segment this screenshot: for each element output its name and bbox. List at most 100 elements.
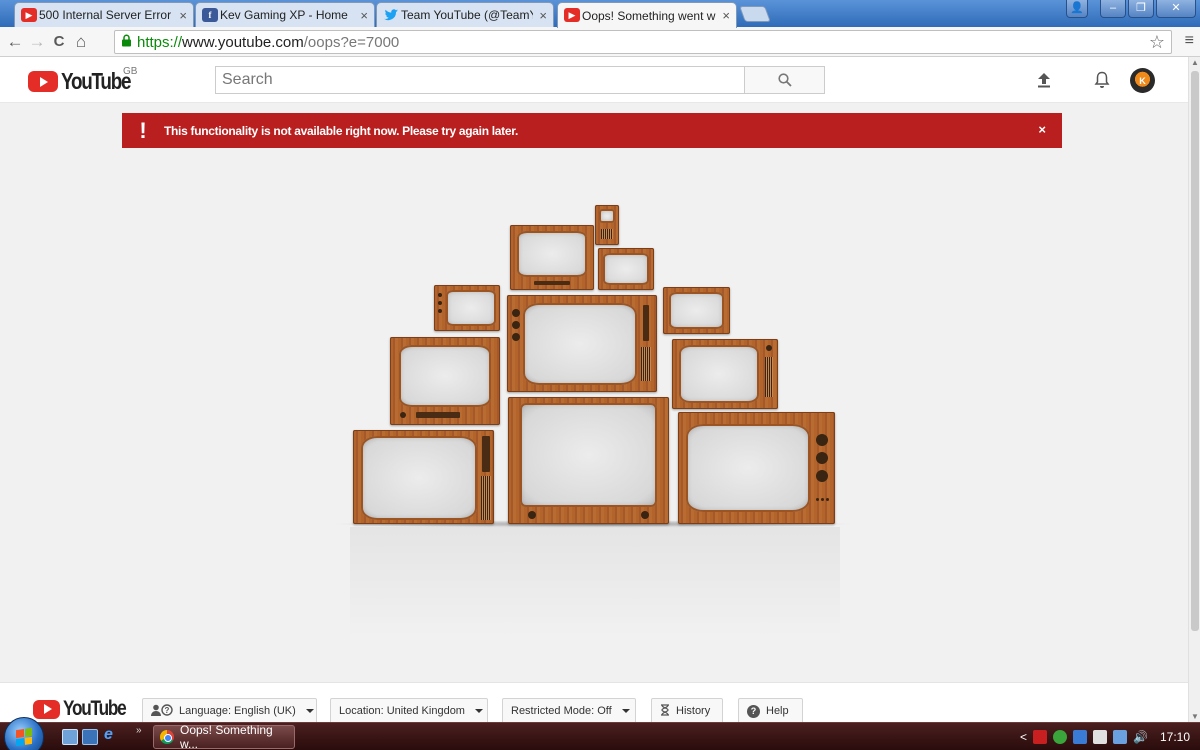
windows-logo-icon [16,727,32,747]
error-alert-banner: ! This functionality is not available ri… [122,113,1062,148]
tv-illustration [390,337,500,425]
youtube-masthead: YouTube GB K [0,57,1188,103]
address-bar[interactable]: https://www.youtube.com/oops?e=7000 ☆ [114,30,1172,54]
chrome-menu-icon[interactable]: ≡ [1185,32,1194,50]
tray-app-icon[interactable] [1073,730,1088,744]
tab-facebook[interactable]: f Kev Gaming XP - Home × [195,2,375,27]
lock-icon [121,34,132,50]
search-icon [777,73,792,87]
chevron-down-icon [621,709,630,713]
youtube-play-icon [33,699,60,719]
tv-illustration [508,397,669,524]
volume-icon[interactable]: 🔊 [1133,730,1148,744]
reload-button[interactable]: C [48,30,70,54]
close-window-button[interactable]: ✕ [1156,0,1196,18]
search-button[interactable] [744,66,825,94]
system-tray: < 🔊 17:10 [1020,723,1200,750]
language-dropdown[interactable]: ? Language: English (UK) [142,698,317,724]
browser-toolbar: ← → C ⌂ https://www.youtube.com/oops?e=7… [0,27,1200,57]
scrollbar-thumb[interactable] [1191,71,1199,631]
taskbar-window-title: Oops! Something w... [180,723,273,750]
tab-close-icon[interactable]: × [179,8,187,23]
notifications-bell-icon[interactable] [1092,69,1112,91]
taskbar-chrome-window[interactable]: Oops! Something w... [153,723,295,750]
hourglass-icon [660,703,670,719]
language-icon: ? [151,703,173,719]
restricted-mode-label: Restricted Mode: Off [511,705,612,717]
language-label: Language: English (UK) [179,705,296,717]
tab-500-error[interactable]: ▶ 500 Internal Server Error × [14,2,194,27]
ati-icon[interactable] [1033,730,1048,744]
tab-label: 500 Internal Server Error [39,8,172,22]
restore-button[interactable]: ❐ [1128,0,1154,18]
network-icon[interactable] [1113,730,1128,744]
tab-close-icon[interactable]: × [539,8,547,23]
bookmark-star-icon[interactable]: ☆ [1149,32,1165,53]
youtube-favicon-icon: ▶ [21,8,37,22]
tab-close-icon[interactable]: × [360,8,368,23]
svg-text:?: ? [165,706,170,715]
alert-exclamation-icon: ! [139,117,147,143]
tv-illustration [598,248,654,290]
footer-youtube-logo[interactable]: YouTube [33,697,139,721]
location-dropdown[interactable]: Location: United Kingdom [330,698,488,724]
clock[interactable]: 17:10 [1160,730,1190,744]
start-button[interactable] [4,717,44,750]
tray-expand-icon[interactable]: < [1020,730,1027,744]
switch-windows-icon[interactable] [82,729,98,745]
windows-taskbar: e » Oops! Something w... < 🔊 17:10 [0,717,1200,750]
chevron-down-icon [474,709,483,713]
location-label: Location: United Kingdom [339,705,465,717]
chevron-down-icon [305,709,314,713]
search-input[interactable] [215,66,744,94]
quicklaunch-more-icon[interactable]: » [136,725,142,736]
tab-label: Team YouTube (@TeamY [401,8,534,22]
youtube-play-icon [28,71,58,92]
window-controls: 👤 – ❐ ✕ [1066,0,1196,18]
avatar[interactable]: K [1130,68,1155,93]
minimize-button[interactable]: – [1100,0,1126,18]
facebook-favicon-icon: f [202,8,218,22]
tray-app-icon[interactable] [1053,730,1068,744]
restricted-mode-dropdown[interactable]: Restricted Mode: Off [502,698,636,724]
scroll-up-arrow-icon[interactable]: ▲ [1189,58,1200,67]
youtube-wordmark: YouTube [61,68,132,94]
tab-label: Kev Gaming XP - Home [220,8,348,22]
scroll-down-arrow-icon[interactable]: ▼ [1189,712,1200,721]
twitter-favicon-icon [383,8,399,22]
tv-illustration [507,295,657,392]
region-label: GB [123,66,138,77]
youtube-footer: YouTube ? Language: English (UK) Locatio… [0,682,1188,724]
help-button[interactable]: ? Help [738,698,803,724]
tv-illustration [672,339,778,409]
back-button[interactable]: ← [4,30,26,54]
url-text: https://www.youtube.com/oops?e=7000 [137,33,400,51]
browser-tab-strip: ▶ 500 Internal Server Error × f Kev Gami… [0,0,1200,28]
tab-label: Oops! Something went wr [582,8,717,23]
profile-icon[interactable]: 👤 [1066,0,1088,18]
flag-icon[interactable] [1093,730,1108,744]
show-desktop-icon[interactable] [62,729,78,745]
home-button[interactable]: ⌂ [70,30,92,54]
tv-illustration [434,285,500,331]
tv-illustration [510,225,594,290]
youtube-favicon-icon: ▶ [564,8,580,22]
history-button[interactable]: History [651,698,723,724]
tab-close-icon[interactable]: × [722,8,730,23]
upload-icon[interactable] [1034,69,1054,91]
youtube-wordmark: YouTube [63,697,127,720]
forward-button[interactable]: → [26,30,48,54]
page-scrollbar[interactable]: ▲ ▼ [1188,57,1200,722]
tab-twitter[interactable]: Team YouTube (@TeamY × [376,2,554,27]
internet-explorer-icon[interactable]: e [104,726,120,743]
alert-message: This functionality is not available righ… [164,123,518,138]
new-tab-button[interactable] [739,6,771,22]
tv-illustration [595,205,619,245]
tab-oops-active[interactable]: ▶ Oops! Something went wr × [557,2,737,28]
help-icon: ? [747,704,760,718]
tv-illustration [678,412,835,524]
tv-illustration [353,430,494,524]
broken-tvs-illustration [320,200,860,640]
history-label: History [676,705,711,717]
alert-close-button[interactable]: × [1038,122,1046,137]
